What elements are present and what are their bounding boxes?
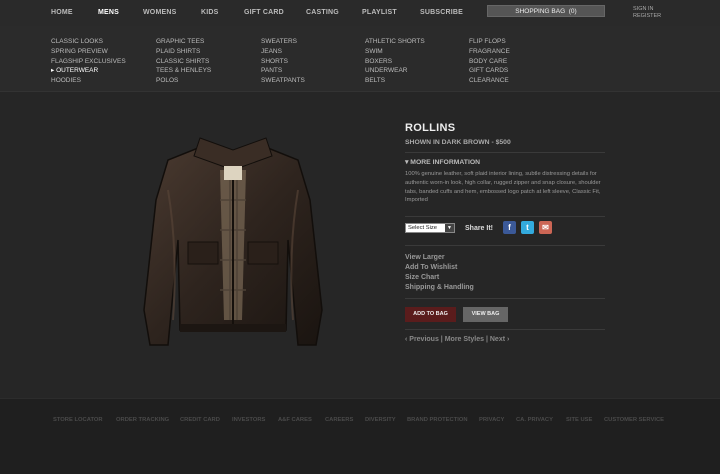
- view-larger-link[interactable]: View Larger: [405, 254, 445, 261]
- footer-link-credit-card[interactable]: CREDIT CARD: [180, 417, 220, 423]
- divider: [405, 245, 605, 246]
- footer-link-order-tracking[interactable]: ORDER TRACKING: [116, 417, 169, 423]
- footer-link-diversity[interactable]: DIVERSITY: [365, 417, 396, 423]
- menu-item-hoodies[interactable]: HOODIES: [51, 76, 126, 86]
- size-select[interactable]: Select Size ▼: [405, 223, 455, 233]
- product-image-jacket[interactable]: [138, 130, 328, 355]
- menu-item-classic-looks[interactable]: CLASSIC LOOKS: [51, 37, 126, 47]
- menu-item-boxers[interactable]: BOXERS: [365, 57, 425, 67]
- menu-column-3: SWEATERS JEANS SHORTS PANTS SWEATPANTS: [261, 37, 305, 86]
- email-icon[interactable]: ✉: [539, 221, 552, 234]
- product-description: 100% genuine leather, soft plaid interio…: [405, 171, 601, 204]
- footer-link-site-use[interactable]: SITE USE: [566, 417, 592, 423]
- add-to-wishlist-link[interactable]: Add To Wishlist: [405, 264, 457, 271]
- menu-item-shorts[interactable]: SHORTS: [261, 57, 305, 67]
- shopping-bag-count: (0): [568, 8, 577, 15]
- nav-gift-card[interactable]: GIFT CARD: [244, 9, 284, 16]
- nav-womens[interactable]: WOMENS: [143, 9, 176, 16]
- next-link[interactable]: Next ›: [490, 336, 509, 343]
- menu-item-fragrance[interactable]: FRAGRANCE: [469, 47, 510, 57]
- chevron-down-icon: ▼: [445, 224, 454, 232]
- menu-item-underwear[interactable]: UNDERWEAR: [365, 66, 425, 76]
- footer-link-store-locator[interactable]: STORE LOCATOR: [53, 417, 103, 423]
- facebook-icon[interactable]: f: [503, 221, 516, 234]
- shopping-bag-button[interactable]: SHOPPING BAG (0): [487, 5, 605, 17]
- menu-item-plaid-shirts[interactable]: PLAID SHIRTS: [156, 47, 211, 57]
- footer-link-customer-service[interactable]: CUSTOMER SERVICE: [604, 417, 664, 423]
- menu-item-pants[interactable]: PANTS: [261, 66, 305, 76]
- sign-in-link[interactable]: SIGN IN: [633, 6, 661, 13]
- footer-link-privacy[interactable]: PRIVACY: [479, 417, 504, 423]
- size-chart-link[interactable]: Size Chart: [405, 274, 439, 281]
- nav-subscribe[interactable]: SUBSCRIBE: [420, 9, 463, 16]
- register-link[interactable]: REGISTER: [633, 13, 661, 20]
- footer-link-af-cares[interactable]: A&F CARES: [278, 417, 312, 423]
- menu-column-5: FLIP FLOPS FRAGRANCE BODY CARE GIFT CARD…: [469, 37, 510, 86]
- menu-column-2: GRAPHIC TEES PLAID SHIRTS CLASSIC SHIRTS…: [156, 37, 211, 86]
- divider: [405, 329, 605, 330]
- menu-item-outerwear[interactable]: ▸ OUTERWEAR: [51, 66, 126, 76]
- menu-item-sweatpants[interactable]: SWEATPANTS: [261, 76, 305, 86]
- menu-item-belts[interactable]: BELTS: [365, 76, 425, 86]
- divider: [405, 152, 605, 153]
- account-links: SIGN IN REGISTER: [633, 6, 661, 20]
- product-pager: ‹ Previous | More Styles | Next ›: [405, 336, 509, 343]
- more-styles-link[interactable]: More Styles: [445, 336, 484, 343]
- more-information-toggle[interactable]: ▾ MORE INFORMATION: [405, 158, 480, 166]
- add-to-bag-button[interactable]: ADD TO BAG: [405, 307, 456, 322]
- footer-link-careers[interactable]: CAREERS: [325, 417, 353, 423]
- menu-item-flip-flops[interactable]: FLIP FLOPS: [469, 37, 510, 47]
- previous-link[interactable]: ‹ Previous: [405, 336, 439, 343]
- menu-item-polos[interactable]: POLOS: [156, 76, 211, 86]
- menu-item-spring-preview[interactable]: SPRING PREVIEW: [51, 47, 126, 57]
- menu-item-sweaters[interactable]: SWEATERS: [261, 37, 305, 47]
- nav-kids[interactable]: KIDS: [201, 9, 219, 16]
- footer-link-ca-privacy[interactable]: CA. PRIVACY: [516, 417, 553, 423]
- nav-casting[interactable]: CASTING: [306, 9, 339, 16]
- size-select-value: Select Size: [408, 225, 437, 231]
- twitter-icon[interactable]: t: [521, 221, 534, 234]
- footer: STORE LOCATOR ORDER TRACKING CREDIT CARD…: [0, 398, 720, 474]
- shopping-bag-label: SHOPPING BAG: [515, 8, 566, 15]
- menu-item-athletic-shorts[interactable]: ATHLETIC SHORTS: [365, 37, 425, 47]
- nav-home[interactable]: HOME: [51, 9, 73, 16]
- top-navigation: HOME MENS WOMENS KIDS GIFT CARD CASTING …: [0, 0, 720, 26]
- footer-link-brand-protection[interactable]: BRAND PROTECTION: [407, 417, 468, 423]
- category-menu: CLASSIC LOOKS SPRING PREVIEW FLAGSHIP EX…: [0, 26, 720, 92]
- divider: [405, 298, 605, 299]
- menu-column-4: ATHLETIC SHORTS SWIM BOXERS UNDERWEAR BE…: [365, 37, 425, 86]
- view-bag-button[interactable]: VIEW BAG: [463, 307, 508, 322]
- menu-item-jeans[interactable]: JEANS: [261, 47, 305, 57]
- menu-item-tees-henleys[interactable]: TEES & HENLEYS: [156, 66, 211, 76]
- menu-item-body-care[interactable]: BODY CARE: [469, 57, 510, 67]
- product-area: [0, 92, 720, 398]
- menu-column-1: CLASSIC LOOKS SPRING PREVIEW FLAGSHIP EX…: [51, 37, 126, 86]
- menu-item-graphic-tees[interactable]: GRAPHIC TEES: [156, 37, 211, 47]
- menu-item-classic-shirts[interactable]: CLASSIC SHIRTS: [156, 57, 211, 67]
- nav-playlist[interactable]: PLAYLIST: [362, 9, 397, 16]
- menu-item-clearance[interactable]: CLEARANCE: [469, 76, 510, 86]
- nav-mens[interactable]: MENS: [98, 9, 119, 16]
- shipping-handling-link[interactable]: Shipping & Handling: [405, 284, 474, 291]
- menu-item-gift-cards[interactable]: GIFT CARDS: [469, 66, 510, 76]
- footer-link-investors[interactable]: INVESTORS: [232, 417, 265, 423]
- product-color-price: SHOWN IN DARK BROWN - $500: [405, 139, 511, 146]
- divider: [405, 216, 605, 217]
- menu-item-swim[interactable]: SWIM: [365, 47, 425, 57]
- share-label: Share It!: [465, 225, 494, 232]
- product-name: ROLLINS: [405, 122, 456, 134]
- menu-item-flagship-exclusives[interactable]: FLAGSHIP EXCLUSIVES: [51, 57, 126, 67]
